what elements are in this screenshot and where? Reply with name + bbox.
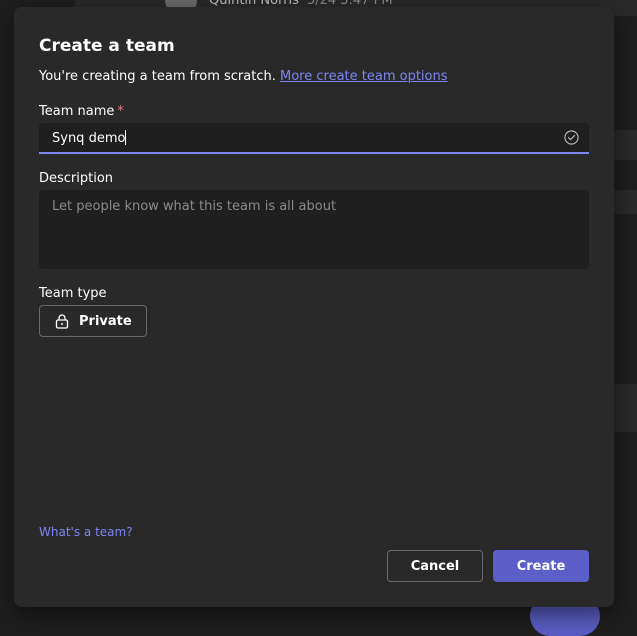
text-caret bbox=[125, 130, 127, 145]
team-type-button[interactable]: Private bbox=[39, 305, 147, 337]
description-label: Description bbox=[39, 171, 114, 186]
team-name-value: Synq demo bbox=[52, 130, 127, 146]
subtitle-text: You're creating a team from scratch. bbox=[39, 69, 276, 84]
lock-icon bbox=[55, 314, 69, 329]
team-type-value: Private bbox=[79, 313, 132, 329]
dialog-subtitle: You're creating a team from scratch. Mor… bbox=[39, 69, 448, 84]
team-name-input[interactable]: Synq demo bbox=[39, 123, 589, 154]
background-panel bbox=[614, 384, 637, 432]
team-name-label-text: Team name bbox=[39, 104, 115, 119]
more-create-team-options-link[interactable]: More create team options bbox=[280, 69, 448, 84]
team-name-text: Synq demo bbox=[52, 131, 126, 146]
whats-a-team-link[interactable]: What's a team? bbox=[39, 525, 133, 539]
required-marker: * bbox=[117, 104, 124, 119]
checkmark-circle-icon bbox=[564, 130, 579, 145]
team-type-label: Team type bbox=[39, 286, 107, 301]
dialog-title: Create a team bbox=[39, 36, 175, 56]
team-name-label: Team name * bbox=[39, 104, 124, 119]
background-panel bbox=[614, 190, 637, 214]
background-panel bbox=[614, 130, 637, 160]
create-team-dialog: Create a team You're creating a team fro… bbox=[14, 7, 614, 607]
create-button[interactable]: Create bbox=[493, 550, 589, 582]
description-textarea[interactable]: Let people know what this team is all ab… bbox=[39, 190, 589, 269]
cancel-button[interactable]: Cancel bbox=[387, 550, 483, 582]
description-placeholder: Let people know what this team is all ab… bbox=[52, 199, 337, 214]
